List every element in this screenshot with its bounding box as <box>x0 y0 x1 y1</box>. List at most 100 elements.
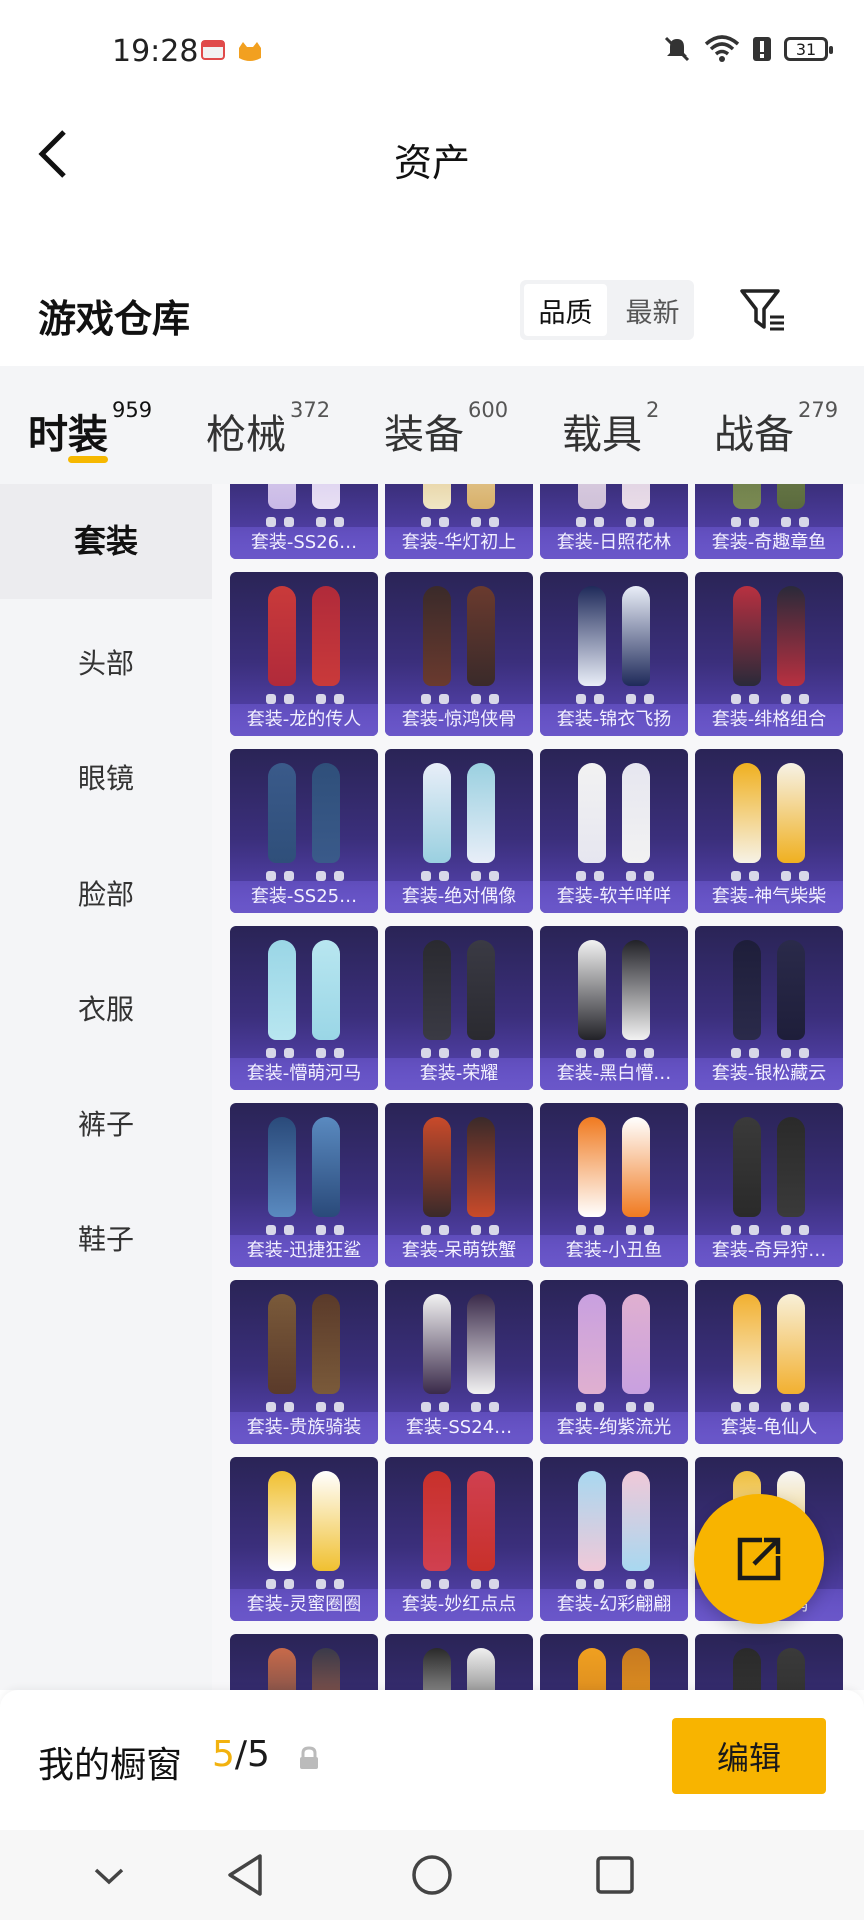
outfit-shoe <box>644 871 654 881</box>
outfit-name: 套装-SS26… <box>230 527 378 559</box>
outfit-card[interactable]: 套装-绚紫流光 <box>540 1280 688 1444</box>
outfit-shoe <box>421 871 431 881</box>
sidebar-item-glasses[interactable]: 眼镜 <box>0 757 212 797</box>
nav-home-icon[interactable] <box>405 1848 459 1902</box>
share-icon <box>737 1537 781 1581</box>
outfit-figure <box>777 940 805 1040</box>
outfit-shoe <box>626 1402 636 1412</box>
nav-recents-icon[interactable] <box>588 1848 642 1902</box>
outfit-name: 套装-迅捷狂鲨 <box>230 1235 378 1267</box>
outfit-shoe <box>799 694 809 704</box>
outfit-figure <box>578 1471 606 1571</box>
edit-button[interactable]: 编辑 <box>672 1718 826 1794</box>
outfit-shoe <box>731 1402 741 1412</box>
outfit-shoe <box>731 1225 741 1235</box>
outfit-name: 套装-绯格组合 <box>695 704 843 736</box>
notification-cat-icon <box>239 42 261 61</box>
outfit-card[interactable]: 套装-懵萌河马 <box>230 926 378 1090</box>
sidebar-item-head[interactable]: 头部 <box>0 642 212 682</box>
share-button[interactable] <box>694 1494 824 1624</box>
outfit-card[interactable]: 套装-黑白懵… <box>540 926 688 1090</box>
outfit-shoe <box>316 1225 326 1235</box>
outfit-card[interactable]: 套装-SS25… <box>230 749 378 913</box>
outfit-shoe <box>421 1225 431 1235</box>
outfit-shoe <box>266 1225 276 1235</box>
outfit-card[interactable]: 套装-惊鸿侠骨 <box>385 572 533 736</box>
outfit-card[interactable] <box>695 1634 843 1690</box>
outfit-card[interactable]: 套装-荣耀 <box>385 926 533 1090</box>
outfit-shoe <box>799 871 809 881</box>
outfit-figure <box>423 1117 451 1217</box>
outfit-card[interactable]: 套装-龟仙人 <box>695 1280 843 1444</box>
outfit-figure <box>268 1294 296 1394</box>
outfit-card[interactable]: 套装-龙的传人 <box>230 572 378 736</box>
outfit-card[interactable] <box>230 1634 378 1690</box>
sidebar-item-suit[interactable]: 套装 <box>0 484 212 599</box>
tab-combat-gear[interactable]: 战备279 <box>714 398 838 460</box>
outfit-card[interactable]: 套装-日照花林 <box>540 484 688 559</box>
outfit-shoe <box>626 694 636 704</box>
sort-quality-button[interactable]: 品质 <box>524 284 607 336</box>
outfit-figure <box>312 1294 340 1394</box>
outfit-card[interactable]: 套装-SS24… <box>385 1280 533 1444</box>
outfit-card[interactable]: 套装-幻彩翩翩 <box>540 1457 688 1621</box>
outfit-shoe <box>439 517 449 527</box>
outfit-card[interactable]: 套装-神气柴柴 <box>695 749 843 913</box>
tab-equipment[interactable]: 装备600 <box>384 398 508 460</box>
outfit-card[interactable] <box>385 1634 533 1690</box>
sidebar-item-shoes[interactable]: 鞋子 <box>0 1218 212 1258</box>
outfit-figure <box>578 1294 606 1394</box>
outfit-shoe <box>576 1579 586 1589</box>
tab-guns[interactable]: 枪械372 <box>206 398 330 460</box>
outfit-figure <box>622 1648 650 1690</box>
sidebar-item-pants[interactable]: 裤子 <box>0 1103 212 1143</box>
outfit-shoe <box>731 1048 741 1058</box>
outfit-shoe <box>284 1048 294 1058</box>
outfit-shoe <box>644 517 654 527</box>
outfit-figure <box>622 1471 650 1571</box>
filter-icon[interactable] <box>738 285 788 335</box>
outfit-shoe <box>781 517 791 527</box>
outfit-figure <box>467 1648 495 1690</box>
outfit-shoe <box>626 517 636 527</box>
nav-back-icon[interactable] <box>220 1848 274 1902</box>
category-tabs: 时装959 枪械372 装备600 载具2 战备279 <box>0 366 864 484</box>
outfit-card[interactable]: 套装-奇趣章鱼 <box>695 484 843 559</box>
outfit-card[interactable]: 套装-绝对偶像 <box>385 749 533 913</box>
outfit-card[interactable]: 套装-呆萌铁蟹 <box>385 1103 533 1267</box>
outfit-card[interactable]: 套装-奇异狩… <box>695 1103 843 1267</box>
sidebar-item-face[interactable]: 脸部 <box>0 873 212 913</box>
outfit-card[interactable]: 套装-锦衣飞扬 <box>540 572 688 736</box>
outfit-card[interactable]: 套装-华灯初上 <box>385 484 533 559</box>
outfit-figure <box>423 1471 451 1571</box>
notification-app-icon <box>201 40 225 60</box>
outfit-shoe <box>799 1225 809 1235</box>
outfit-card[interactable] <box>540 1634 688 1690</box>
outfit-shoe <box>594 694 604 704</box>
outfit-shoe <box>749 694 759 704</box>
tab-fashion[interactable]: 时装959 <box>28 398 152 460</box>
outfit-name: 套装-软羊咩咩 <box>540 881 688 913</box>
sidebar-item-clothes[interactable]: 衣服 <box>0 988 212 1028</box>
outfit-card[interactable]: 套装-灵蜜圈圈 <box>230 1457 378 1621</box>
outfit-card[interactable]: 套装-迅捷狂鲨 <box>230 1103 378 1267</box>
outfit-card[interactable]: 套装-小丑鱼 <box>540 1103 688 1267</box>
outfit-card[interactable]: 套装-贵族骑装 <box>230 1280 378 1444</box>
outfit-card[interactable]: 套装-银松藏云 <box>695 926 843 1090</box>
outfit-figure <box>312 484 340 509</box>
outfit-shoe <box>731 517 741 527</box>
sort-newest-button[interactable]: 最新 <box>611 280 694 340</box>
outfit-figure <box>777 484 805 509</box>
tab-vehicles[interactable]: 载具2 <box>562 398 659 460</box>
outfit-card[interactable]: 套装-软羊咩咩 <box>540 749 688 913</box>
outfit-shoe <box>749 1402 759 1412</box>
outfit-figure <box>467 1471 495 1571</box>
outfit-card[interactable]: 套装-妙红点点 <box>385 1457 533 1621</box>
outfit-figure <box>777 763 805 863</box>
outfit-shoe <box>334 1579 344 1589</box>
outfit-card[interactable]: 套装-绯格组合 <box>695 572 843 736</box>
nav-collapse-icon[interactable] <box>82 1848 136 1902</box>
outfit-figure <box>622 586 650 686</box>
page-title: 资产 <box>393 141 470 185</box>
outfit-card[interactable]: 套装-SS26… <box>230 484 378 559</box>
